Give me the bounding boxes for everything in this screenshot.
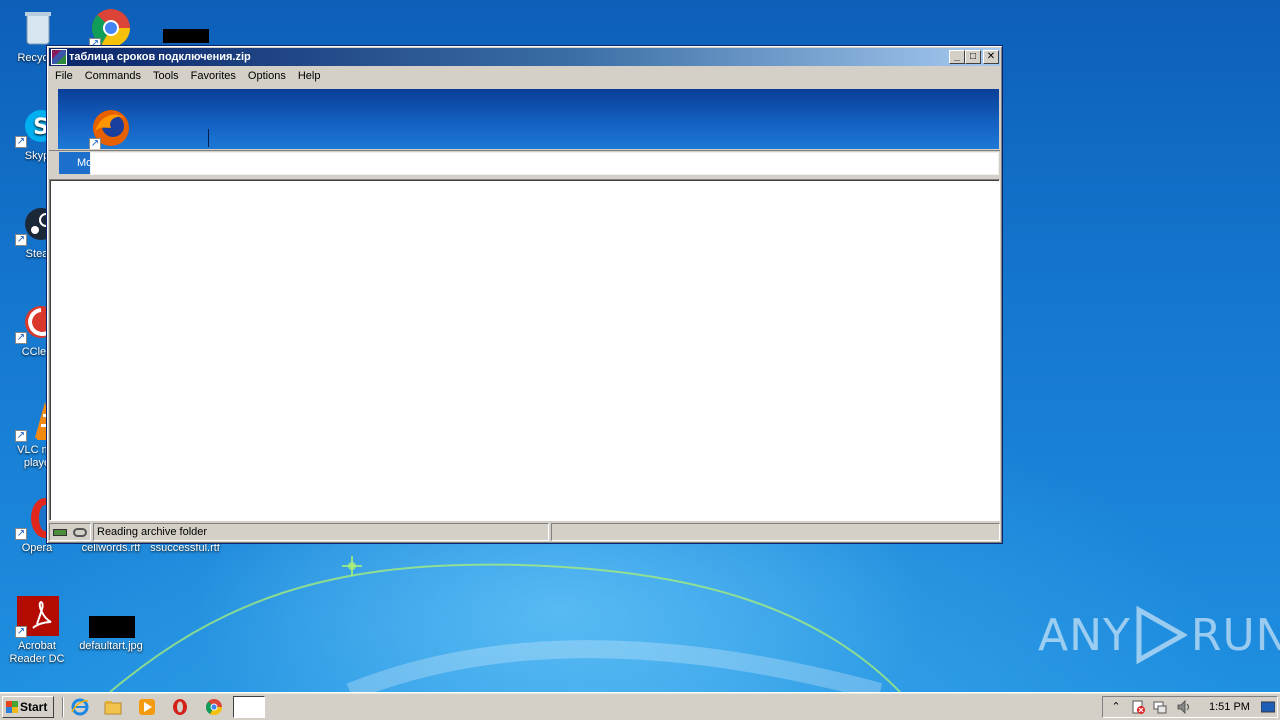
desktop-icon-acrobat[interactable]: ↗ Acrobat Reader DC xyxy=(0,594,74,666)
desktop-icon-defaultart[interactable]: defaultart.jpg xyxy=(74,594,148,653)
taskbar: Start ⌃ 1:51 PM xyxy=(0,692,1280,720)
file-list[interactable] xyxy=(49,179,1000,521)
firefox-icon: ↗ xyxy=(89,106,133,149)
shortcut-arrow-icon: ↗ xyxy=(89,138,101,149)
desktop-icon-label: Acrobat Reader DC xyxy=(9,640,65,665)
winrar-window[interactable]: таблица сроков подключения.zip _ □ ✕ Fil… xyxy=(46,45,1003,544)
media-player-icon[interactable] xyxy=(138,698,156,716)
status-text: Reading archive folder xyxy=(93,523,549,541)
start-label: Start xyxy=(20,700,48,714)
clock[interactable]: 1:51 PM xyxy=(1209,697,1250,717)
image-file-icon xyxy=(89,594,135,638)
maximize-button[interactable]: □ xyxy=(965,50,981,64)
shortcut-arrow-icon: ↗ xyxy=(15,528,27,540)
shortcut-arrow-icon: ↗ xyxy=(15,430,27,442)
windows-flag-icon xyxy=(6,701,18,713)
shortcut-arrow-icon: ↗ xyxy=(15,626,27,638)
chrome-icon: ↗ xyxy=(89,6,133,50)
internet-explorer-icon[interactable] xyxy=(71,698,89,716)
show-desktop-icon[interactable] xyxy=(1260,700,1276,714)
menu-tools[interactable]: Tools xyxy=(147,67,185,86)
action-center-icon[interactable] xyxy=(1131,700,1145,714)
toolbar-area: ↗ xyxy=(58,89,999,149)
winrar-app-icon[interactable] xyxy=(51,49,67,65)
shortcut-arrow-icon: ↗ xyxy=(15,332,27,344)
taskbar-window-button[interactable] xyxy=(233,696,265,718)
start-button[interactable]: Start xyxy=(2,696,54,718)
volume-icon[interactable] xyxy=(1177,700,1191,714)
menu-bar: File Commands Tools Favorites Options He… xyxy=(49,67,1000,86)
system-tray: ⌃ 1:51 PM xyxy=(1102,696,1278,718)
title-bar[interactable]: таблица сроков подключения.zip _ □ ✕ xyxy=(49,48,1000,66)
redacted-icon xyxy=(163,29,209,43)
shortcut-arrow-icon: ↗ xyxy=(15,234,27,246)
file-explorer-icon[interactable] xyxy=(104,698,122,716)
menu-help[interactable]: Help xyxy=(292,67,327,86)
key-icon xyxy=(73,527,87,537)
watermark-right-text: RUN xyxy=(1190,609,1280,661)
address-field[interactable] xyxy=(90,152,999,175)
menu-commands[interactable]: Commands xyxy=(79,67,147,86)
play-logo-icon xyxy=(1136,606,1187,664)
drive-icon xyxy=(53,528,67,536)
window-title: таблица сроков подключения.zip xyxy=(69,51,251,63)
status-right-pane xyxy=(551,523,1000,541)
cursor-line xyxy=(208,129,209,147)
desktop-icon-label-partial: Mo xyxy=(59,152,92,174)
menu-file[interactable]: File xyxy=(49,67,79,86)
network-icon[interactable] xyxy=(1153,700,1167,714)
acrobat-icon: ↗ xyxy=(15,594,61,638)
anyrun-watermark: ANY RUN xyxy=(1038,606,1280,664)
shortcut-arrow-icon: ↗ xyxy=(15,136,27,148)
status-icons xyxy=(49,523,91,541)
watermark-left-text: ANY xyxy=(1038,609,1131,661)
chrome-taskbar-icon[interactable] xyxy=(205,698,223,716)
show-hidden-icons-icon[interactable]: ⌃ xyxy=(1109,700,1123,714)
opera-taskbar-icon[interactable] xyxy=(171,698,189,716)
redacted-thumbnail xyxy=(89,616,135,638)
minimize-button[interactable]: _ xyxy=(949,50,965,64)
close-button[interactable]: ✕ xyxy=(983,50,999,64)
taskbar-separator xyxy=(62,697,64,717)
menu-favorites[interactable]: Favorites xyxy=(185,67,242,86)
menu-options[interactable]: Options xyxy=(242,67,292,86)
desktop-icon-label: defaultart.jpg xyxy=(79,640,143,652)
recycle-bin-icon xyxy=(15,6,59,50)
address-bar: Mo xyxy=(49,150,1000,176)
status-bar: Reading archive folder xyxy=(49,523,1000,542)
